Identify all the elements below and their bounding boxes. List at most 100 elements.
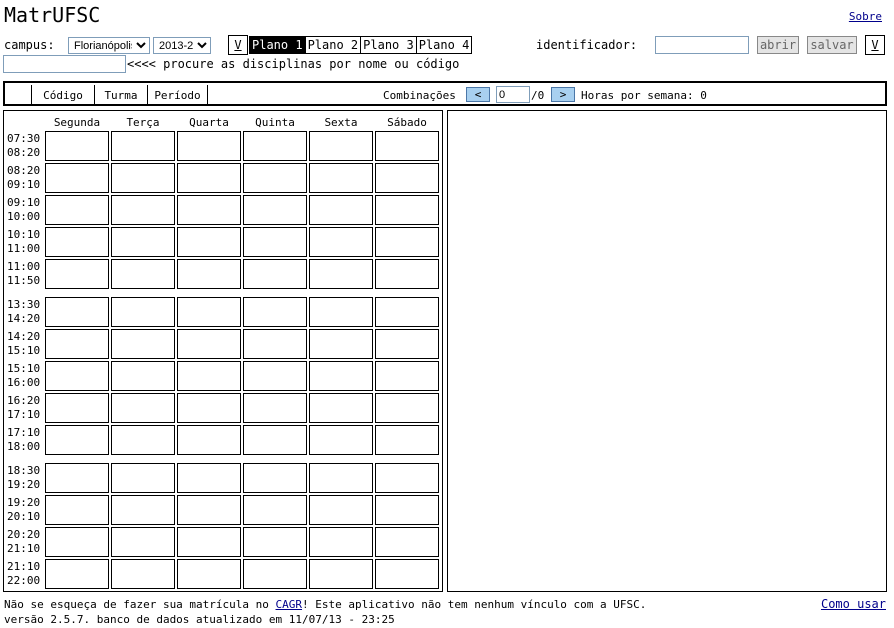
schedule-cell[interactable] — [243, 195, 307, 225]
schedule-cell[interactable] — [309, 259, 373, 289]
identificador-input[interactable] — [655, 36, 749, 54]
schedule-cell[interactable] — [111, 227, 175, 257]
schedule-cell[interactable] — [375, 527, 439, 557]
column-selector[interactable] — [7, 85, 32, 106]
schedule-cell[interactable] — [111, 329, 175, 359]
schedule-cell[interactable] — [177, 297, 241, 327]
schedule-cell[interactable] — [375, 361, 439, 391]
abrir-button[interactable]: abrir — [757, 36, 799, 54]
schedule-cell[interactable] — [375, 259, 439, 289]
schedule-cell[interactable] — [177, 131, 241, 161]
semester-select[interactable]: 2013-2 — [153, 37, 211, 54]
schedule-cell[interactable] — [111, 163, 175, 193]
schedule-cell[interactable] — [309, 297, 373, 327]
schedule-cell[interactable] — [177, 329, 241, 359]
schedule-cell[interactable] — [45, 163, 109, 193]
schedule-cell[interactable] — [243, 163, 307, 193]
schedule-cell[interactable] — [309, 163, 373, 193]
schedule-cell[interactable] — [243, 361, 307, 391]
schedule-cell[interactable] — [375, 463, 439, 493]
column-codigo[interactable]: Código — [32, 85, 95, 106]
tab-plano-4[interactable]: Plano 4 — [417, 37, 472, 53]
schedule-cell[interactable] — [111, 527, 175, 557]
schedule-cell[interactable] — [177, 195, 241, 225]
salvar-button[interactable]: salvar — [807, 36, 857, 54]
schedule-cell[interactable] — [309, 131, 373, 161]
column-periodo[interactable]: Período — [148, 85, 208, 106]
schedule-cell[interactable] — [45, 527, 109, 557]
schedule-cell[interactable] — [243, 227, 307, 257]
tab-plano-3[interactable]: Plano 3 — [361, 37, 417, 53]
schedule-cell[interactable] — [375, 425, 439, 455]
schedule-cell[interactable] — [243, 463, 307, 493]
schedule-cell[interactable] — [111, 463, 175, 493]
schedule-cell[interactable] — [243, 393, 307, 423]
schedule-cell[interactable] — [375, 297, 439, 327]
schedule-cell[interactable] — [45, 195, 109, 225]
versao-toggle-button[interactable]: V — [228, 35, 248, 55]
schedule-cell[interactable] — [375, 495, 439, 525]
schedule-cell[interactable] — [45, 393, 109, 423]
schedule-cell[interactable] — [45, 131, 109, 161]
schedule-cell[interactable] — [45, 227, 109, 257]
schedule-cell[interactable] — [177, 227, 241, 257]
schedule-cell[interactable] — [177, 495, 241, 525]
schedule-cell[interactable] — [309, 495, 373, 525]
schedule-cell[interactable] — [309, 393, 373, 423]
schedule-cell[interactable] — [177, 559, 241, 589]
column-turma[interactable]: Turma — [95, 85, 148, 106]
schedule-cell[interactable] — [375, 559, 439, 589]
combinacao-next-button[interactable]: > — [551, 87, 575, 102]
schedule-cell[interactable] — [375, 163, 439, 193]
schedule-cell[interactable] — [375, 195, 439, 225]
schedule-cell[interactable] — [177, 259, 241, 289]
schedule-cell[interactable] — [309, 463, 373, 493]
schedule-cell[interactable] — [309, 195, 373, 225]
schedule-cell[interactable] — [309, 425, 373, 455]
schedule-cell[interactable] — [243, 259, 307, 289]
schedule-cell[interactable] — [243, 425, 307, 455]
schedule-cell[interactable] — [111, 559, 175, 589]
schedule-cell[interactable] — [45, 559, 109, 589]
schedule-cell[interactable] — [243, 297, 307, 327]
schedule-cell[interactable] — [111, 495, 175, 525]
schedule-cell[interactable] — [375, 393, 439, 423]
cagr-link[interactable]: CAGR — [276, 598, 303, 611]
schedule-cell[interactable] — [375, 131, 439, 161]
schedule-cell[interactable] — [111, 131, 175, 161]
schedule-cell[interactable] — [243, 131, 307, 161]
schedule-cell[interactable] — [45, 297, 109, 327]
schedule-cell[interactable] — [111, 297, 175, 327]
schedule-cell[interactable] — [243, 559, 307, 589]
schedule-cell[interactable] — [375, 329, 439, 359]
schedule-cell[interactable] — [177, 463, 241, 493]
schedule-cell[interactable] — [243, 495, 307, 525]
schedule-cell[interactable] — [111, 393, 175, 423]
schedule-cell[interactable] — [177, 361, 241, 391]
como-usar-link[interactable]: Como usar — [821, 597, 886, 611]
schedule-cell[interactable] — [111, 195, 175, 225]
schedule-cell[interactable] — [177, 393, 241, 423]
campus-select[interactable]: Florianópolis — [68, 37, 150, 54]
schedule-cell[interactable] — [45, 425, 109, 455]
combinacao-input[interactable] — [496, 86, 530, 103]
combinacao-prev-button[interactable]: < — [466, 87, 490, 102]
search-input[interactable] — [3, 55, 126, 73]
schedule-cell[interactable] — [177, 425, 241, 455]
schedule-cell[interactable] — [45, 259, 109, 289]
schedule-cell[interactable] — [309, 361, 373, 391]
schedule-cell[interactable] — [309, 227, 373, 257]
schedule-cell[interactable] — [309, 559, 373, 589]
schedule-cell[interactable] — [45, 329, 109, 359]
schedule-cell[interactable] — [45, 361, 109, 391]
tab-plano-2[interactable]: Plano 2 — [306, 37, 362, 53]
schedule-cell[interactable] — [177, 527, 241, 557]
schedule-cell[interactable] — [45, 495, 109, 525]
tab-plano-1[interactable]: Plano 1 — [250, 37, 306, 53]
schedule-cell[interactable] — [111, 425, 175, 455]
identificador-menu-button[interactable]: V — [865, 35, 885, 55]
schedule-cell[interactable] — [243, 527, 307, 557]
schedule-cell[interactable] — [111, 361, 175, 391]
schedule-cell[interactable] — [309, 527, 373, 557]
schedule-cell[interactable] — [309, 329, 373, 359]
